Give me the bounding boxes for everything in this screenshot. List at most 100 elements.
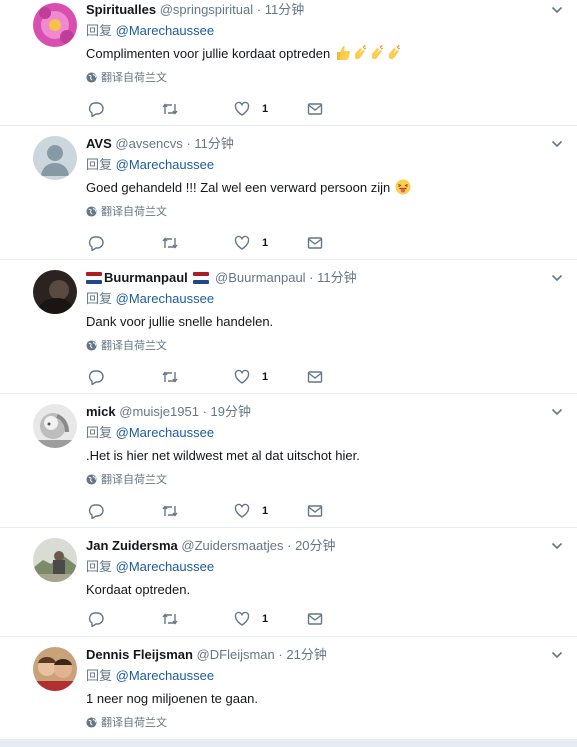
display-name[interactable]: Jan Zuidersma: [86, 538, 178, 553]
clap-emoji-icon: [388, 45, 401, 60]
clap-emoji-icon: [354, 45, 367, 60]
reply-prefix: 回复: [86, 23, 113, 38]
chevron-down-icon[interactable]: [551, 138, 563, 150]
envelope-icon: [307, 505, 323, 517]
dm-button[interactable]: [307, 234, 323, 252]
translate-link[interactable]: 翻译自荷兰文: [86, 472, 167, 488]
display-name[interactable]: Dennis Fleijsman: [86, 647, 193, 662]
dm-button[interactable]: [307, 368, 323, 386]
tweet-1[interactable]: Spiritualles @springspiritual · 11分钟 回复 …: [0, 0, 577, 126]
translate-label: 翻译自荷兰文: [101, 717, 167, 729]
avatar[interactable]: [33, 136, 77, 180]
like-button[interactable]: 1: [234, 100, 268, 118]
retweet-button[interactable]: [161, 100, 179, 118]
heart-icon: [234, 369, 250, 384]
timestamp[interactable]: 11分钟: [265, 2, 305, 17]
retweet-button[interactable]: [161, 502, 179, 520]
user-handle[interactable]: @Buurmanpaul: [215, 270, 306, 285]
user-handle[interactable]: @Zuidersmaatjes: [181, 538, 283, 553]
avatar[interactable]: [33, 270, 77, 314]
like-button[interactable]: 1: [234, 610, 268, 628]
like-count: 1: [262, 371, 269, 383]
timestamp[interactable]: 19分钟: [211, 404, 251, 419]
like-button[interactable]: 1: [234, 502, 268, 520]
avatar[interactable]: [33, 404, 77, 448]
like-count: 1: [262, 613, 269, 625]
tweet-text-content: 1 neer nog miljoenen te gaan.: [86, 691, 259, 706]
tweet-actions: 1: [86, 502, 346, 520]
dm-button[interactable]: [307, 610, 323, 628]
display-name[interactable]: mick: [86, 404, 116, 419]
retweet-button[interactable]: [161, 234, 179, 252]
reply-context: 回复 @Marechaussee: [86, 558, 214, 576]
separator-dot: ·: [256, 2, 262, 17]
tweet-4[interactable]: mick @muisje1951 · 19分钟 回复 @Marechaussee…: [0, 394, 577, 528]
reply-button[interactable]: [88, 610, 104, 628]
mention-link[interactable]: @Marechaussee: [116, 157, 214, 172]
reply-icon: [88, 102, 104, 117]
globe-icon: [86, 340, 97, 351]
display-name[interactable]: Spiritualles: [86, 2, 156, 17]
dm-button[interactable]: [307, 502, 323, 520]
mention-link[interactable]: @Marechaussee: [116, 668, 214, 683]
retweet-icon: [162, 103, 178, 115]
globe-icon: [86, 474, 97, 485]
heart-icon: [234, 235, 250, 250]
retweet-button[interactable]: [161, 368, 179, 386]
reply-prefix: 回复: [86, 157, 113, 172]
reply-context: 回复 @Marechaussee: [86, 290, 214, 308]
dm-button[interactable]: [307, 100, 323, 118]
mention-link[interactable]: @Marechaussee: [116, 291, 214, 306]
user-handle[interactable]: @DFleijsman: [197, 647, 275, 662]
tweet-3[interactable]: Buurmanpaul @Buurmanpaul · 11分钟 回复 @Mare…: [0, 260, 577, 394]
chevron-down-icon[interactable]: [551, 272, 563, 284]
netherlands-flag-icon: [86, 272, 102, 284]
display-name[interactable]: AVS: [86, 136, 112, 151]
timestamp[interactable]: 11分钟: [317, 270, 357, 285]
separator-dot: ·: [309, 270, 314, 285]
like-count: 1: [262, 103, 269, 115]
user-handle[interactable]: @avsencvs: [115, 136, 182, 151]
mention-link[interactable]: @Marechaussee: [116, 23, 214, 38]
reply-button[interactable]: [88, 502, 104, 520]
chevron-down-icon[interactable]: [551, 649, 563, 661]
reply-context: 回复 @Marechaussee: [86, 424, 214, 442]
retweet-button[interactable]: [161, 610, 179, 628]
tweet-actions: 1: [86, 234, 346, 252]
chevron-down-icon[interactable]: [551, 4, 563, 16]
timestamp[interactable]: 20分钟: [295, 538, 335, 553]
heart-icon: [234, 101, 250, 116]
globe-icon: [86, 206, 97, 217]
translate-label: 翻译自荷兰文: [101, 474, 167, 486]
retweet-icon: [162, 613, 178, 625]
reply-button[interactable]: [88, 368, 104, 386]
tweet-text: Dank voor jullie snelle handelen.: [86, 312, 273, 332]
avatar[interactable]: [33, 647, 77, 691]
reply-button[interactable]: [88, 100, 104, 118]
avatar[interactable]: [33, 538, 77, 582]
tweet-text-content: Dank voor jullie snelle handelen.: [86, 314, 274, 329]
tweet-2[interactable]: AVS @avsencvs · 11分钟 回复 @Marechaussee Go…: [0, 126, 577, 260]
reply-prefix: 回复: [86, 291, 113, 306]
like-button[interactable]: 1: [234, 234, 268, 252]
reply-button[interactable]: [88, 234, 104, 252]
translate-link[interactable]: 翻译自荷兰文: [86, 70, 167, 86]
translate-link[interactable]: 翻译自荷兰文: [86, 715, 167, 731]
timestamp[interactable]: 21分钟: [286, 647, 326, 662]
translate-label: 翻译自荷兰文: [101, 340, 167, 352]
tweet-6[interactable]: Dennis Fleijsman @DFleijsman · 21分钟 回复 @…: [0, 637, 577, 739]
tweet-text-content: Complimenten voor jullie kordaat optrede…: [86, 46, 331, 61]
timestamp[interactable]: 11分钟: [194, 136, 234, 151]
user-handle[interactable]: @springspiritual: [160, 2, 253, 17]
user-handle[interactable]: @muisje1951: [119, 404, 199, 419]
chevron-down-icon[interactable]: [551, 540, 563, 552]
mention-link[interactable]: @Marechaussee: [116, 559, 214, 574]
avatar[interactable]: [33, 3, 77, 47]
mention-link[interactable]: @Marechaussee: [116, 425, 214, 440]
translate-link[interactable]: 翻译自荷兰文: [86, 204, 167, 220]
like-button[interactable]: 1: [234, 368, 268, 386]
translate-link[interactable]: 翻译自荷兰文: [86, 338, 167, 354]
chevron-down-icon[interactable]: [551, 406, 563, 418]
tweet-5[interactable]: Jan Zuidersma @Zuidersmaatjes · 20分钟 回复 …: [0, 528, 577, 637]
display-name[interactable]: Buurmanpaul: [104, 270, 188, 285]
